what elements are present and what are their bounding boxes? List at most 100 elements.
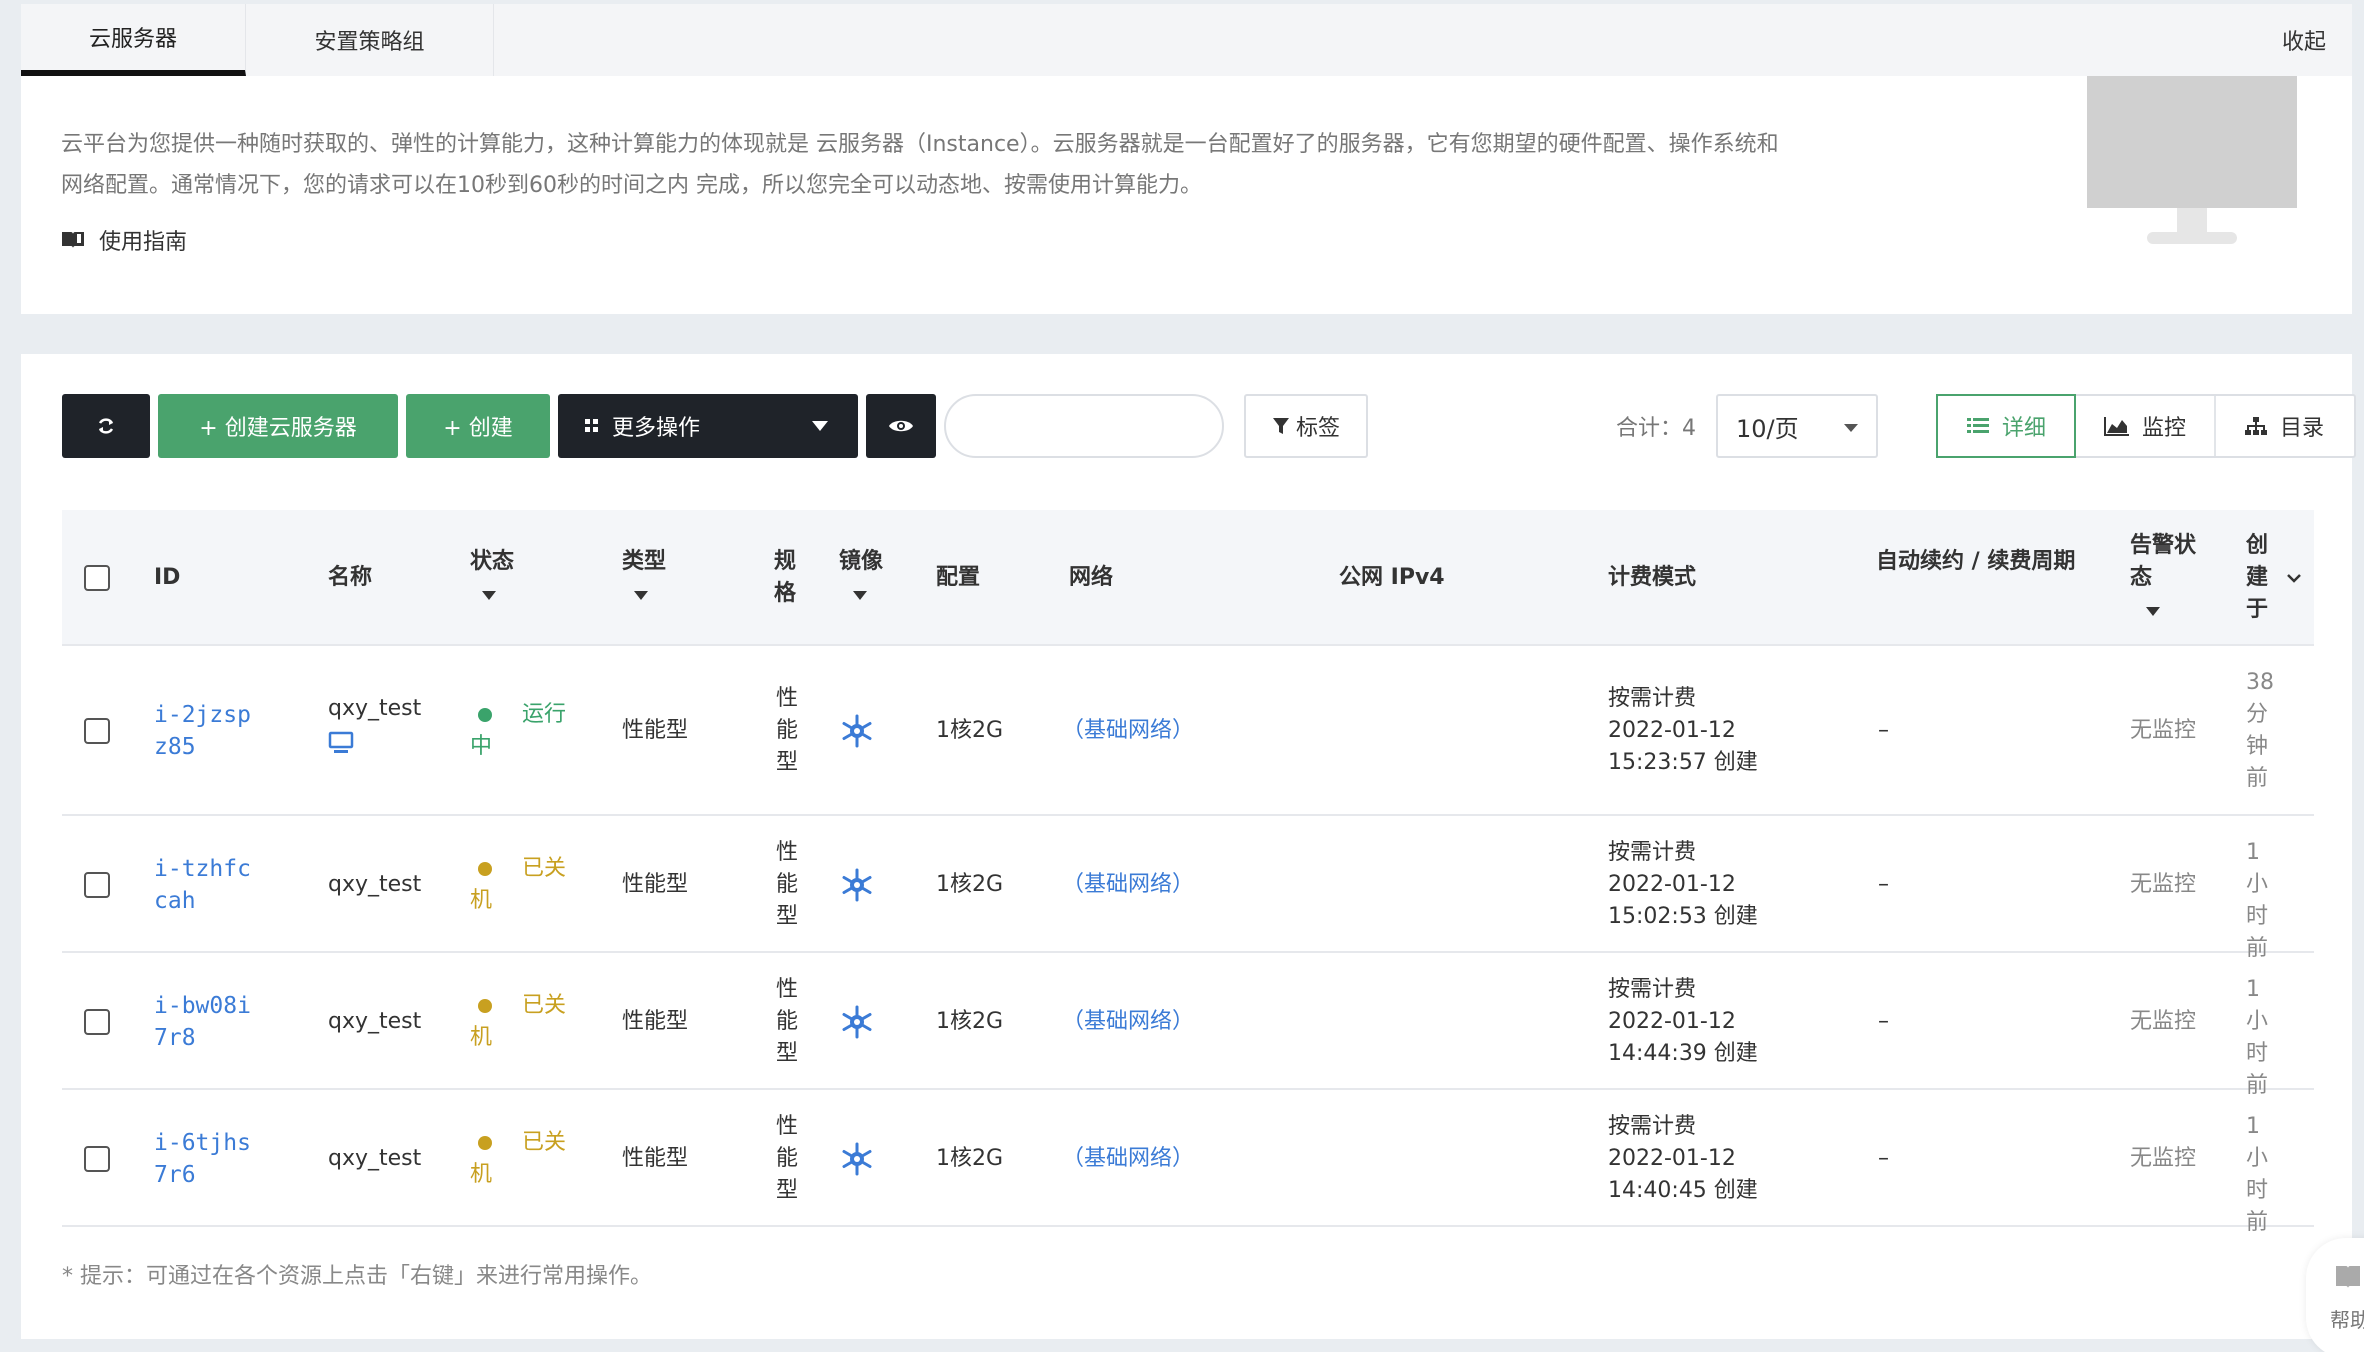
- guide-label: 使用指南: [99, 230, 188, 255]
- refresh-button[interactable]: [62, 394, 150, 458]
- spec-char: 能: [776, 1145, 799, 1171]
- image-snowflake-icon: [842, 1142, 872, 1175]
- create-button[interactable]: + 创建: [406, 394, 550, 458]
- row-checkbox[interactable]: [84, 1145, 110, 1172]
- header-status[interactable]: 状态: [470, 546, 514, 610]
- sitemap-icon: [2244, 417, 2267, 435]
- status-line-1: 已关: [522, 855, 567, 881]
- tab-placement-groups[interactable]: 安置策略组: [246, 4, 494, 76]
- renew-value: –: [1878, 871, 1889, 897]
- intro-line-1: 云平台为您提供一种随时获取的、弹性的计算能力，这种计算能力的体现就是 云服务器（…: [61, 132, 1779, 157]
- status-badge: 已关机: [470, 853, 590, 917]
- create-instance-button[interactable]: + 创建云服务器: [158, 394, 398, 458]
- table-row[interactable]: i-tzhfc cah qxy_test 已关机性能型性能型 1核2G （基础网络） 按需计…: [62, 816, 2314, 961]
- column-visibility-button[interactable]: [866, 394, 936, 458]
- instance-id-link[interactable]: i-tzhfc cah: [154, 853, 251, 917]
- status-line-2: 机: [470, 1024, 493, 1050]
- instance-id-line-1: i-2jzsp: [154, 702, 251, 728]
- header-config: 配置: [936, 565, 981, 590]
- header-image[interactable]: 镜像: [839, 546, 883, 610]
- spec-char: 型: [776, 750, 799, 775]
- more-actions-label: 更多操作: [612, 416, 701, 441]
- billing-date: 2022-01-12: [1608, 1008, 1736, 1034]
- chevron-down-icon[interactable]: [2286, 572, 2302, 584]
- header-public-ip: 公网 IPv4: [1339, 565, 1445, 590]
- tag-filter-button[interactable]: 标签: [1244, 394, 1368, 458]
- toolbar: + 创建云服务器 + 创建 更多操作 标签 合计：4 10/页 详细 监控 目录: [62, 394, 2356, 458]
- guide-link[interactable]: 使用指南: [61, 224, 187, 256]
- instance-config: 1核2G: [936, 1008, 1004, 1034]
- instance-id-link[interactable]: i-6tjhs 7r6: [154, 1127, 251, 1191]
- chevron-down-icon: [1844, 424, 1858, 432]
- instance-type: 性能型: [622, 718, 689, 743]
- instance-type: 性能型: [622, 871, 689, 897]
- view-directory-button[interactable]: 目录: [2216, 396, 2352, 456]
- billing-date: 2022-01-12: [1608, 1145, 1736, 1171]
- intro-card: 云平台为您提供一种随时获取的、弹性的计算能力，这种计算能力的体现就是 云服务器（…: [21, 76, 2352, 314]
- row-checkbox[interactable]: [84, 718, 110, 744]
- header-type[interactable]: 类型: [622, 546, 666, 610]
- instance-id-line-2: z85: [154, 734, 196, 760]
- network-link[interactable]: （基础网络）: [1062, 1006, 1194, 1038]
- search-input[interactable]: [944, 394, 1224, 458]
- status-line-2: 中: [470, 734, 493, 759]
- instance-spec: 性能型: [776, 683, 798, 779]
- collapse-button[interactable]: 收起: [2282, 4, 2352, 76]
- header-alarm[interactable]: 告警状态: [2130, 530, 2206, 626]
- intro-line-2: 网络配置。通常情况下，您的请求可以在10秒到60秒的时间之内 完成，所以您完全可…: [61, 173, 1202, 198]
- instance-type: 性能型: [622, 1145, 689, 1171]
- header-created[interactable]: 创建于: [2246, 530, 2270, 626]
- select-all-checkbox[interactable]: [84, 565, 110, 591]
- image-cell[interactable]: [839, 1004, 875, 1050]
- header-spec: 规格: [774, 549, 797, 606]
- spec-char: 能: [776, 718, 799, 743]
- image-cell[interactable]: [839, 713, 875, 759]
- header-renew: 自动续约 / 续费周期: [1876, 549, 2076, 574]
- instance-spec: 性能型: [776, 974, 798, 1070]
- image-snowflake-icon: [842, 1005, 872, 1038]
- image-cell[interactable]: [839, 867, 875, 913]
- instance-type: 性能型: [622, 1008, 689, 1034]
- network-link[interactable]: （基础网络）: [1062, 1143, 1194, 1175]
- created-ago-part: 前: [2246, 1209, 2269, 1235]
- table-row[interactable]: i-2jzsp z85 qxy_test 运行中性能型性能型 1核2G （基础网络） 按需计…: [62, 646, 2314, 816]
- sort-caret-icon: [2146, 607, 2160, 616]
- view-detail-button[interactable]: 详细: [1936, 394, 2076, 458]
- billing-mode: 按需计费: [1608, 686, 1697, 711]
- row-checkbox[interactable]: [84, 871, 110, 898]
- filter-icon: [1272, 418, 1289, 434]
- billing-info: 按需计费 2022-01-12 14:40:45 创建: [1608, 1111, 1758, 1207]
- page-size-select[interactable]: 10/页: [1716, 394, 1878, 458]
- total-count: 合计：4: [1616, 416, 1696, 441]
- instance-id-link[interactable]: i-bw08i 7r8: [154, 990, 251, 1054]
- network-link[interactable]: （基础网络）: [1062, 715, 1194, 747]
- instance-id-line-1: i-6tjhs: [154, 1129, 251, 1156]
- tab-instances[interactable]: 云服务器: [21, 4, 246, 76]
- spec-char: 型: [776, 903, 799, 929]
- monitor-icon[interactable]: [328, 731, 354, 755]
- spec-char: 型: [776, 1040, 799, 1066]
- table-row[interactable]: i-bw08i 7r8 qxy_test 已关机性能型性能型 1核2G （基础网络） 按需计…: [62, 953, 2314, 1098]
- view-directory-label: 目录: [2279, 416, 2324, 441]
- help-button[interactable]: 帮助: [2306, 1238, 2364, 1352]
- hint-text: * 提示：可通过在各个资源上点击「右键」来进行常用操作。: [62, 1264, 652, 1289]
- header-billing: 计费模式: [1608, 565, 1697, 590]
- created-ago-part: 前: [2246, 766, 2269, 791]
- billing-time: 15:02:53 创建: [1608, 903, 1758, 929]
- spec-char: 性: [776, 976, 799, 1002]
- table-row[interactable]: i-6tjhs 7r6 qxy_test 已关机性能型性能型 1核2G （基础网络） 按需计…: [62, 1090, 2314, 1235]
- instance-id-link[interactable]: i-2jzsp z85: [154, 699, 251, 763]
- network-link[interactable]: （基础网络）: [1062, 869, 1194, 901]
- row-checkbox[interactable]: [84, 1008, 110, 1035]
- created-ago-part: 时: [2246, 1040, 2269, 1066]
- book-icon: [62, 232, 84, 248]
- book-icon: [2336, 1266, 2360, 1288]
- intro-description: 云平台为您提供一种随时获取的、弹性的计算能力，这种计算能力的体现就是 云服务器（…: [61, 124, 1981, 206]
- refresh-icon: [98, 418, 114, 434]
- status-dot: [478, 1135, 492, 1150]
- more-actions-dropdown[interactable]: 更多操作: [558, 394, 858, 458]
- view-monitor-button[interactable]: 监控: [2076, 396, 2216, 456]
- image-cell[interactable]: [839, 1141, 875, 1187]
- instance-config: 1核2G: [936, 1145, 1004, 1171]
- instance-name: qxy_test: [328, 1008, 422, 1034]
